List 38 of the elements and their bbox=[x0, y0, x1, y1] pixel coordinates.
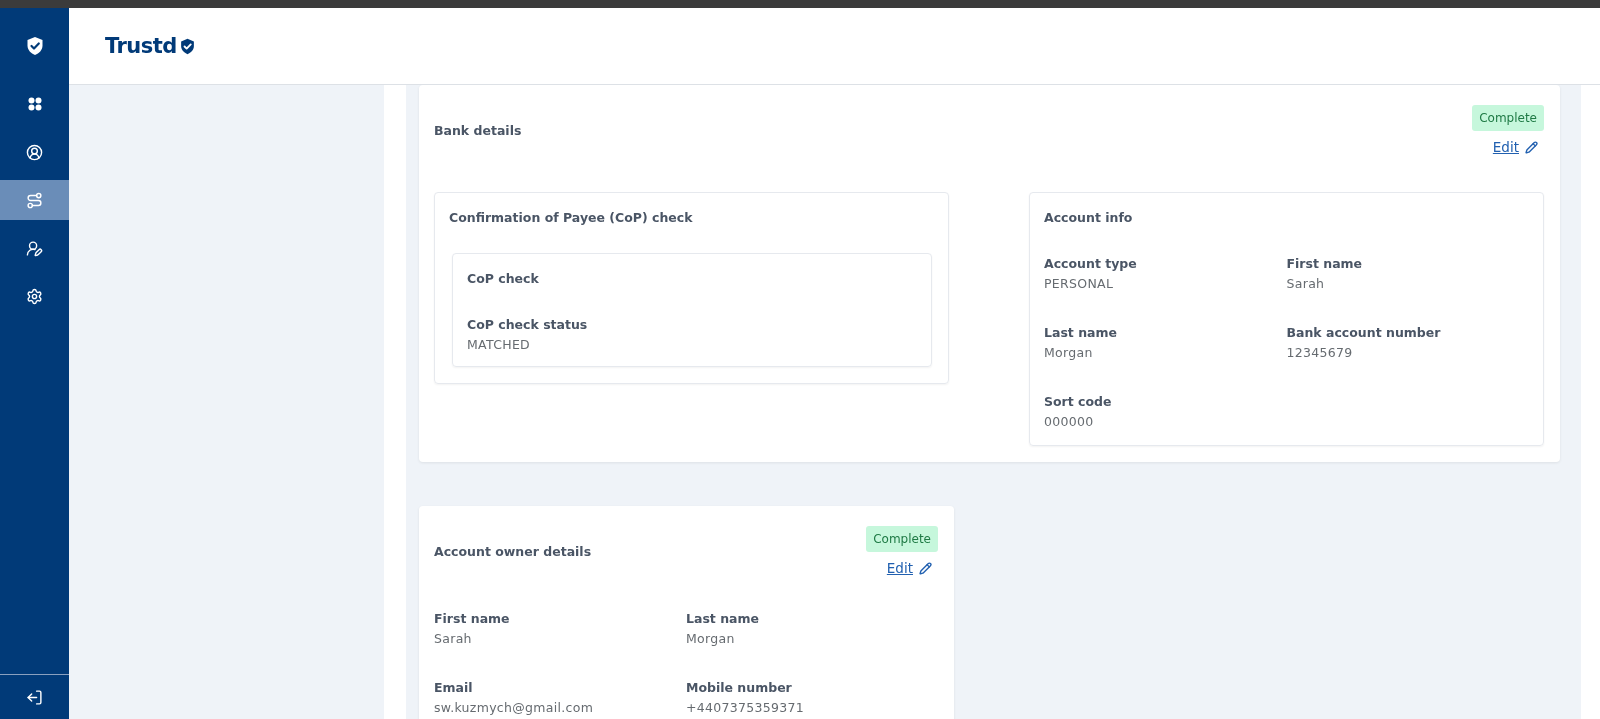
panel-title: Account info bbox=[1044, 210, 1134, 225]
panel-title: Confirmation of Payee (CoP) check bbox=[449, 210, 694, 225]
section-title: Bank details bbox=[434, 122, 522, 138]
field-label: Account type bbox=[1044, 256, 1138, 271]
field-value: Morgan bbox=[1044, 345, 1094, 360]
field-value: Morgan bbox=[686, 631, 736, 646]
section-title: Account owner details bbox=[434, 543, 592, 559]
user-edit-icon bbox=[26, 239, 43, 257]
field-label: First name bbox=[434, 611, 511, 626]
field-label: CoP check status bbox=[467, 317, 589, 332]
field-value: PERSONAL bbox=[1044, 276, 1115, 291]
subpanel-title: CoP check bbox=[467, 271, 540, 286]
field-label: Email bbox=[434, 680, 474, 695]
field-value: 12345679 bbox=[1286, 345, 1354, 360]
edit-link[interactable]: Edit bbox=[886, 560, 932, 576]
pencil-icon bbox=[919, 561, 932, 575]
field-label: Last name bbox=[1044, 325, 1118, 340]
field-value: Sarah bbox=[1286, 276, 1326, 291]
status-badge: Complete bbox=[1472, 105, 1544, 131]
status-badge: Complete bbox=[866, 526, 938, 552]
pencil-icon bbox=[1525, 140, 1538, 154]
field-label: First name bbox=[1286, 256, 1364, 271]
grid-icon bbox=[27, 97, 42, 111]
field-value: 000000 bbox=[1044, 414, 1095, 429]
field-label: Sort code bbox=[1044, 394, 1113, 409]
field-value: sw.kuzmych@gmail.com bbox=[434, 700, 595, 715]
edit-link[interactable]: Edit bbox=[1492, 139, 1538, 155]
settings-icon bbox=[26, 287, 43, 305]
route-icon bbox=[26, 191, 43, 209]
user-circle-icon bbox=[26, 143, 43, 161]
field-label: Mobile number bbox=[686, 680, 793, 695]
logo-text: Trustd bbox=[105, 34, 177, 58]
field-value: MATCHED bbox=[467, 337, 532, 352]
field-label: Bank account number bbox=[1286, 325, 1442, 340]
field-value: Sarah bbox=[434, 631, 473, 646]
field-value: +4407375359371 bbox=[686, 700, 806, 715]
field-label: Last name bbox=[686, 611, 760, 626]
shield-icon bbox=[178, 37, 196, 55]
